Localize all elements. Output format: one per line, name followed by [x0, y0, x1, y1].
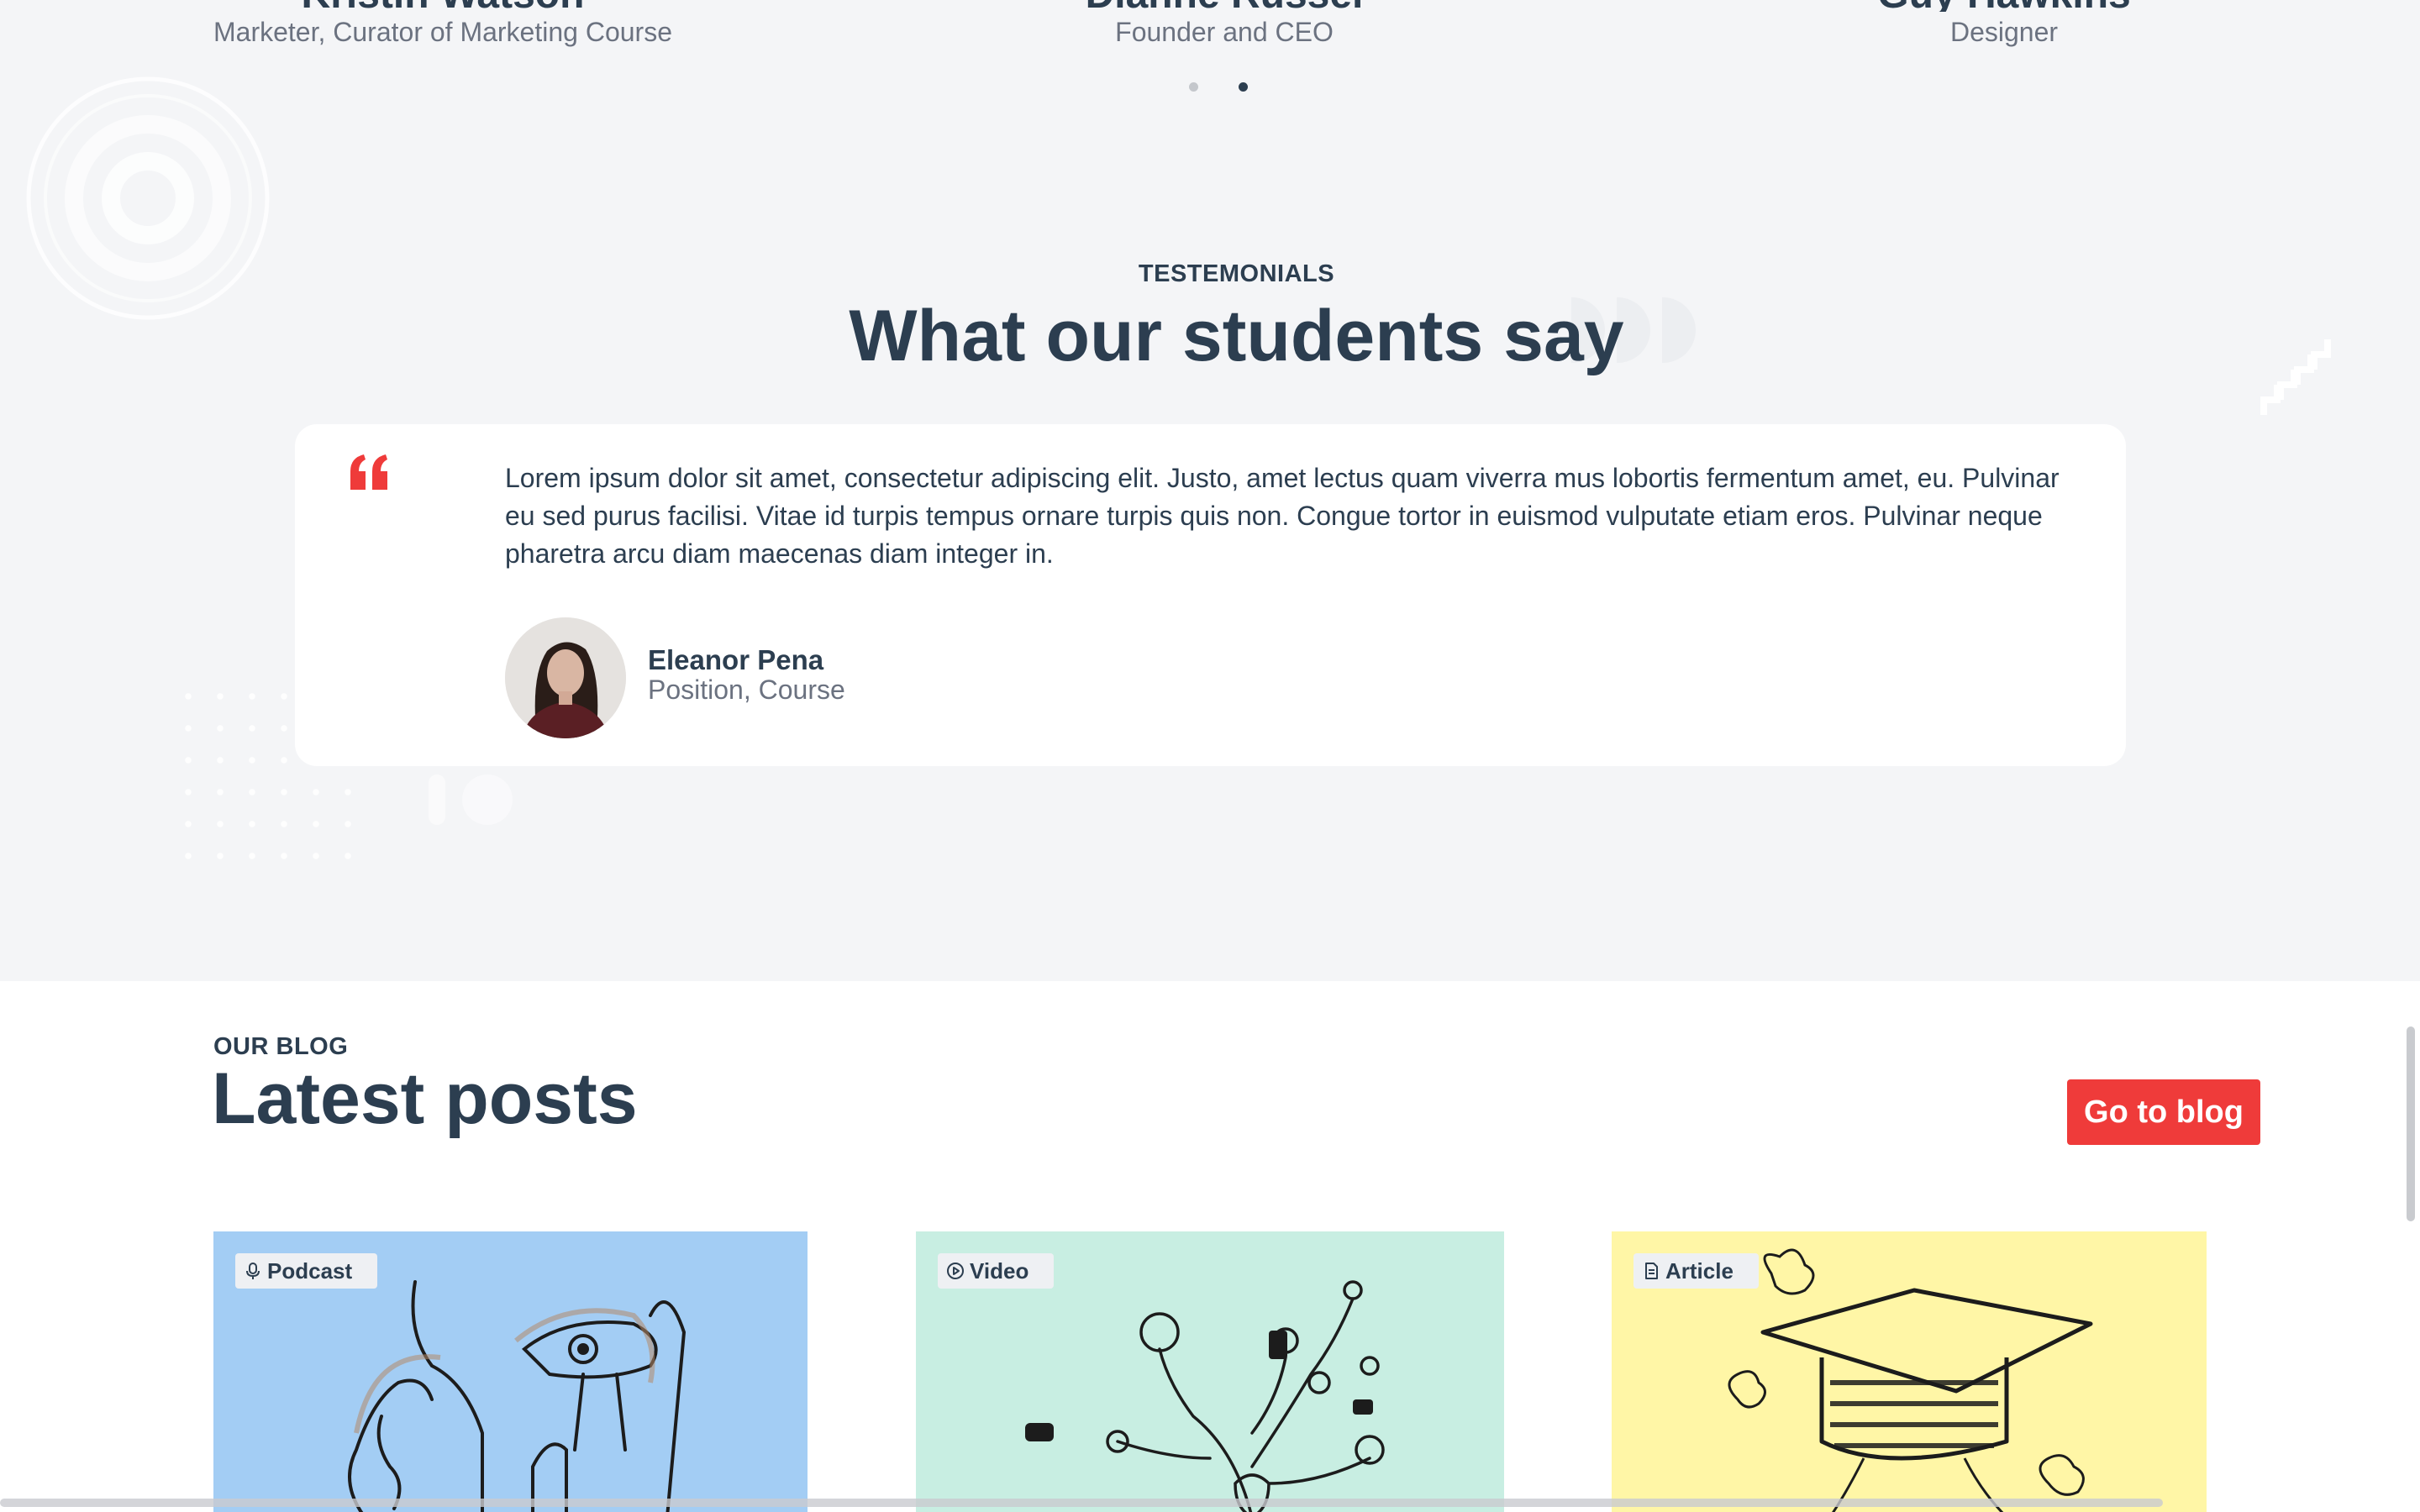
avatar — [505, 617, 626, 738]
team-member-role: Marketer, Curator of Marketing Course — [213, 17, 672, 47]
author-position: Position, Course — [648, 675, 845, 705]
team-member-card: Guy Hawkins Designer — [1668, 0, 2340, 52]
post-tag-label: Video — [970, 1257, 1029, 1284]
team-member-role: Designer — [1949, 17, 2059, 47]
testimonial-quote: Lorem ipsum dolor sit amet, consectetur … — [505, 463, 2060, 569]
blog-post-card[interactable]: Article — [1612, 1231, 2207, 1512]
testimonials-eyebrow: TESTEMONIALS — [1138, 260, 1335, 287]
team-member-name: Kristin Watson — [107, 0, 779, 12]
carousel-pagination — [1189, 82, 1248, 92]
post-tag: Article — [1634, 1253, 1759, 1289]
team-section: Kristin Watson Marketer, Curator of Mark… — [0, 0, 2420, 118]
team-member-card: Kristin Watson Marketer, Curator of Mark… — [107, 0, 779, 52]
team-member-name: Guy Hawkins — [1668, 0, 2340, 12]
quote-mark-icon — [350, 454, 387, 490]
team-member-role: Founder and CEO — [1115, 17, 1334, 47]
vertical-scrollbar[interactable] — [2407, 1026, 2415, 1221]
go-to-blog-button[interactable]: Go to blog — [2067, 1079, 2260, 1145]
blog-post-card[interactable]: Podcast — [213, 1231, 808, 1512]
post-tag-label: Podcast — [267, 1257, 353, 1284]
testimonials-title: What our students say — [849, 296, 1624, 376]
author-name: Eleanor Pena — [648, 644, 824, 675]
team-member-card: Dianne Russel Founder and CEO — [888, 0, 1560, 52]
post-tag-label: Article — [1665, 1257, 1733, 1284]
blog-post-card[interactable]: Video — [916, 1231, 1504, 1512]
carousel-dot-2[interactable] — [1239, 82, 1248, 92]
team-member-name: Dianne Russel — [888, 0, 1560, 12]
blog-section: OUR BLOG Latest posts Go to blog Podcast… — [0, 981, 2420, 1512]
testimonial-author: Eleanor Pena Position, Course — [505, 617, 845, 738]
blog-title: Latest posts — [212, 1058, 638, 1139]
carousel-dot-1[interactable] — [1189, 82, 1198, 92]
blur-shape-decoration — [429, 774, 513, 825]
document-icon — [1645, 1263, 1658, 1279]
post-tag: Podcast — [235, 1253, 378, 1289]
post-tag: Video — [938, 1253, 1055, 1289]
microphone-icon — [246, 1263, 260, 1279]
play-circle-icon — [947, 1263, 964, 1279]
horizontal-scrollbar[interactable] — [0, 1499, 2163, 1507]
testimonial-card: Lorem ipsum dolor sit amet, consectetur … — [295, 424, 2126, 766]
